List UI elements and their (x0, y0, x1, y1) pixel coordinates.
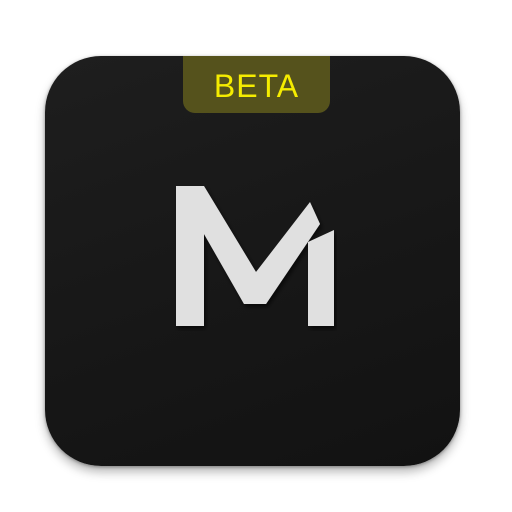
m-logo-main-stroke (176, 186, 320, 326)
m-logo-icon (176, 186, 334, 326)
app-icon-canvas: BETA (0, 0, 512, 512)
beta-badge-label: BETA (213, 68, 300, 104)
m-logo-right-column (308, 230, 334, 326)
beta-badge: BETA (183, 56, 330, 113)
